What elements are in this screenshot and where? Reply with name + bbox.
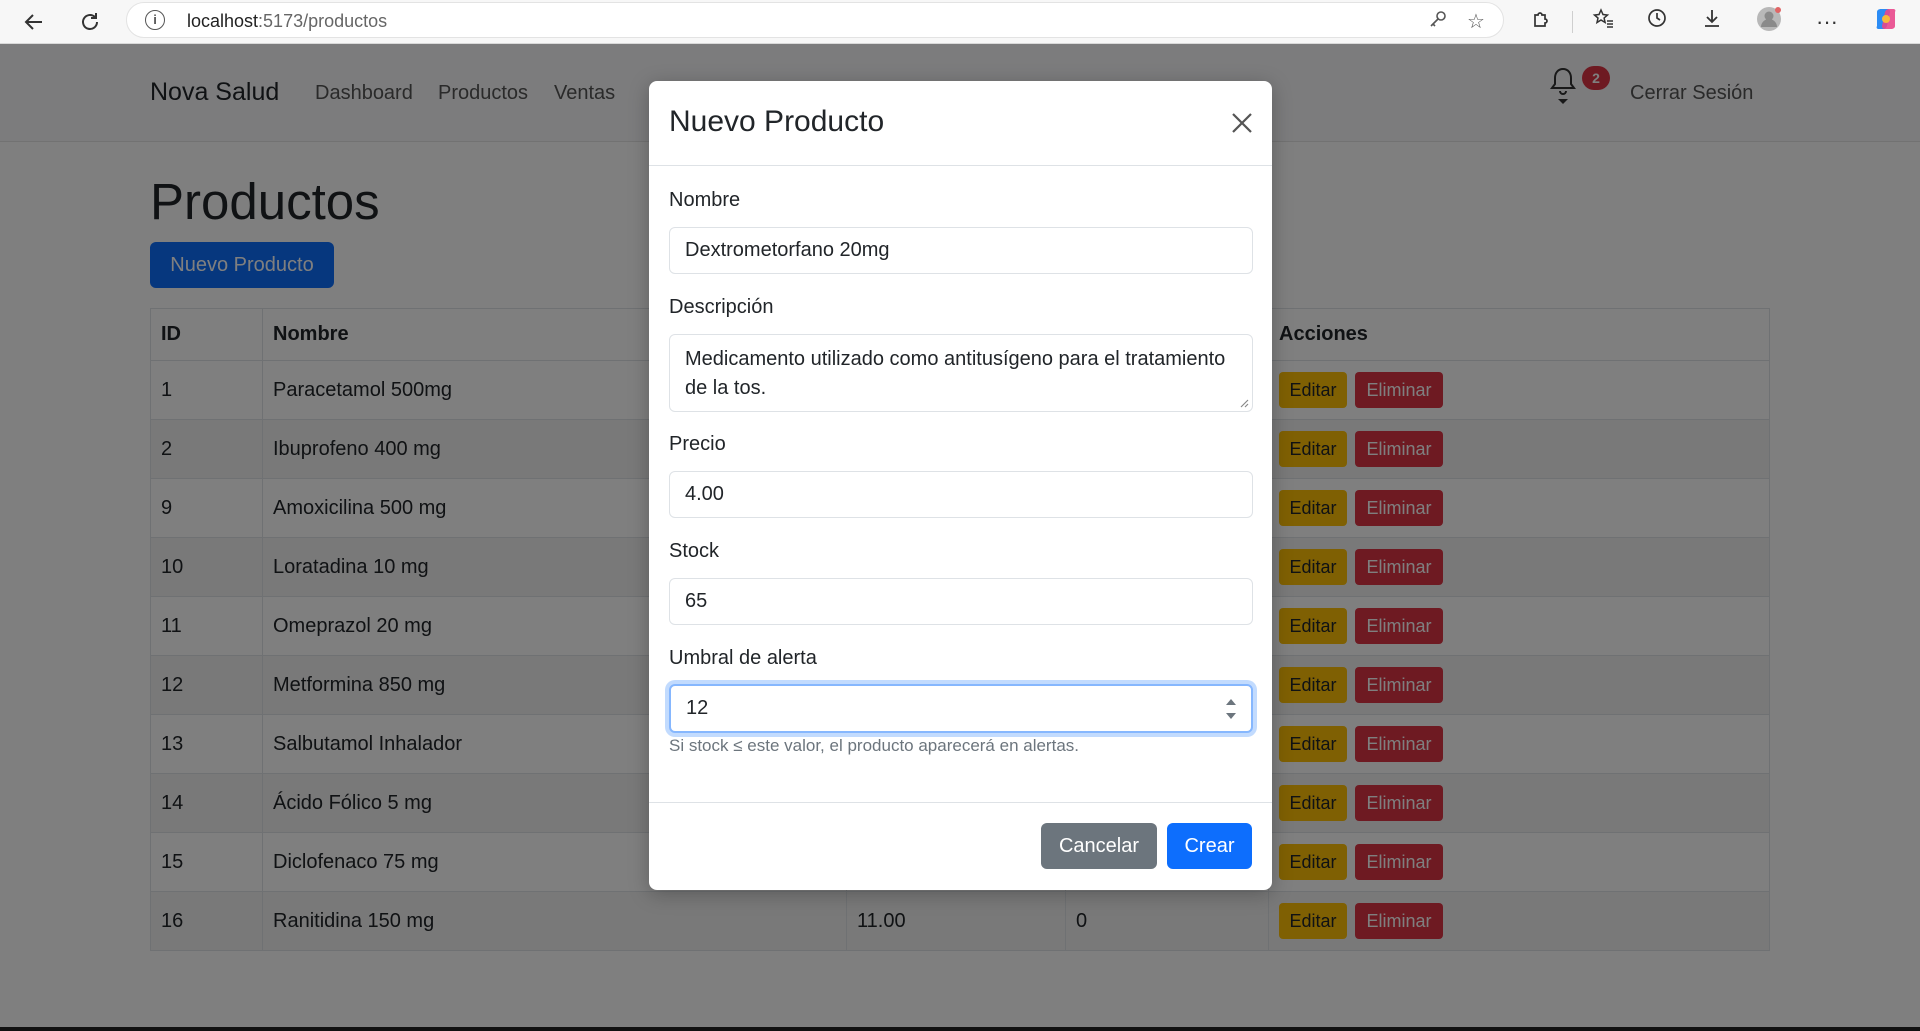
more-menu-icon[interactable]: ··· — [1811, 6, 1843, 38]
nombre-label: Nombre — [669, 189, 741, 211]
toolbar-separator — [1572, 11, 1573, 33]
stock-label: Stock — [669, 540, 720, 562]
number-spinner-icon[interactable] — [1225, 696, 1237, 722]
modal-title: Nuevo Producto — [669, 105, 885, 138]
stock-input[interactable]: 65 — [669, 578, 1253, 625]
umbral-input[interactable]: 12 — [669, 684, 1253, 733]
cancel-button[interactable]: Cancelar — [1041, 823, 1157, 869]
nombre-input[interactable]: Dextrometorfano 20mg — [669, 227, 1253, 274]
history-icon[interactable] — [1641, 6, 1673, 38]
umbral-value: 12 — [686, 697, 709, 719]
key-icon[interactable] — [1425, 9, 1451, 35]
create-button[interactable]: Crear — [1167, 823, 1252, 869]
new-product-modal: Nuevo Producto Nombre Dextrometorfano 20… — [649, 81, 1272, 890]
modal-header: Nuevo Producto — [649, 81, 1272, 166]
descripcion-textarea[interactable]: Medicamento utilizado como antitusígeno … — [669, 334, 1253, 412]
copilot-icon[interactable] — [1870, 6, 1902, 38]
profile-avatar-icon[interactable] — [1753, 6, 1785, 38]
back-arrow-icon[interactable] — [18, 6, 50, 38]
precio-input[interactable]: 4.00 — [669, 471, 1253, 518]
taskbar-edge — [0, 1027, 1920, 1031]
reload-icon[interactable] — [74, 6, 106, 38]
descripcion-text: Medicamento utilizado como antitusígeno … — [685, 348, 1226, 399]
browser-toolbar: i localhost:5173/productos ☆ ··· — [0, 0, 1920, 44]
close-icon[interactable] — [1227, 108, 1257, 138]
url-text: localhost:5173/productos — [187, 11, 388, 31]
umbral-label: Umbral de alerta — [669, 647, 817, 669]
address-bar[interactable]: i localhost:5173/productos ☆ — [126, 2, 1504, 38]
resize-grip-icon[interactable] — [1239, 398, 1249, 408]
info-icon[interactable]: i — [145, 10, 165, 30]
umbral-help-text: Si stock ≤ este valor, el producto apare… — [669, 736, 1079, 755]
favorites-icon[interactable] — [1587, 6, 1619, 38]
modal-footer: Cancelar Crear — [649, 802, 1272, 890]
star-icon[interactable]: ☆ — [1463, 9, 1489, 35]
extensions-icon[interactable] — [1525, 6, 1557, 38]
precio-label: Precio — [669, 433, 726, 455]
descripcion-label: Descripción — [669, 296, 774, 318]
downloads-icon[interactable] — [1696, 6, 1728, 38]
